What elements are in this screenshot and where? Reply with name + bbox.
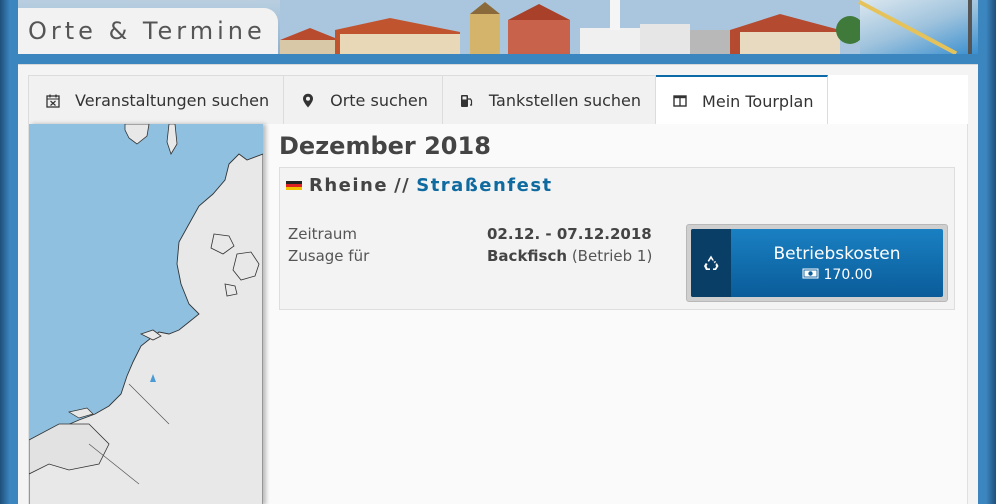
cost-amount: 170.00: [823, 266, 873, 283]
tab-label: Tankstellen suchen: [488, 91, 642, 110]
columns-icon: [672, 93, 688, 109]
tab-content: Dezember 2018 Rheine // Straßenfest Zeit…: [28, 124, 968, 504]
month-heading: Dezember 2018: [279, 132, 491, 160]
tab-mein-tourplan[interactable]: Mein Tourplan: [656, 75, 829, 125]
cost-button-frame: Betriebskosten 170.00: [686, 224, 948, 302]
zusage-value: Backfisch: [487, 247, 568, 265]
tab-label: Veranstaltungen suchen: [75, 91, 270, 110]
map-marker-icon: [300, 93, 316, 109]
event-detail-labels: Zeitraum Zusage für: [288, 223, 369, 267]
tour-event-card: Rheine // Straßenfest Zeitraum Zusage fü…: [279, 167, 955, 310]
zeitraum-value: 02.12. - 07.12.2018: [487, 225, 652, 243]
event-city[interactable]: Rheine: [309, 175, 388, 196]
site-header: Orte & Termine: [18, 0, 978, 54]
event-detail-values: 02.12. - 07.12.2018 Backfisch (Betrieb 1…: [487, 223, 652, 267]
tab-label: Orte suchen: [330, 91, 428, 110]
calendar-x-icon: [45, 93, 61, 109]
event-name[interactable]: Straßenfest: [416, 175, 552, 196]
tab-tankstellen-suchen[interactable]: Tankstellen suchen: [442, 75, 657, 125]
site-title[interactable]: Orte & Termine: [18, 8, 278, 54]
tab-orte-suchen[interactable]: Orte suchen: [284, 75, 443, 125]
tab-bar: Veranstaltungen suchen Orte suchen Tanks…: [28, 75, 968, 125]
title-separator: //: [394, 175, 411, 196]
zeitraum-label: Zeitraum: [288, 225, 358, 243]
cost-button-label: Betriebskosten: [773, 243, 901, 264]
north-sea-map: [29, 124, 263, 504]
map-view[interactable]: [29, 124, 263, 504]
tab-veranstaltungen-suchen[interactable]: Veranstaltungen suchen: [28, 75, 285, 125]
zusage-label: Zusage für: [288, 247, 370, 265]
betriebskosten-button[interactable]: Betriebskosten 170.00: [691, 229, 943, 297]
zusage-sub: (Betrieb 1): [571, 247, 653, 265]
recycle-icon: [691, 229, 731, 297]
main-panel: Veranstaltungen suchen Orte suchen Tanks…: [18, 64, 978, 504]
town-skyline-banner: [280, 0, 860, 54]
event-title: Rheine // Straßenfest: [286, 175, 553, 196]
germany-flag-icon: [286, 180, 302, 191]
money-bill-icon: [802, 267, 819, 283]
tab-label: Mein Tourplan: [702, 91, 814, 111]
fuel-pump-icon: [459, 93, 475, 109]
header-decoration: [858, 0, 978, 54]
